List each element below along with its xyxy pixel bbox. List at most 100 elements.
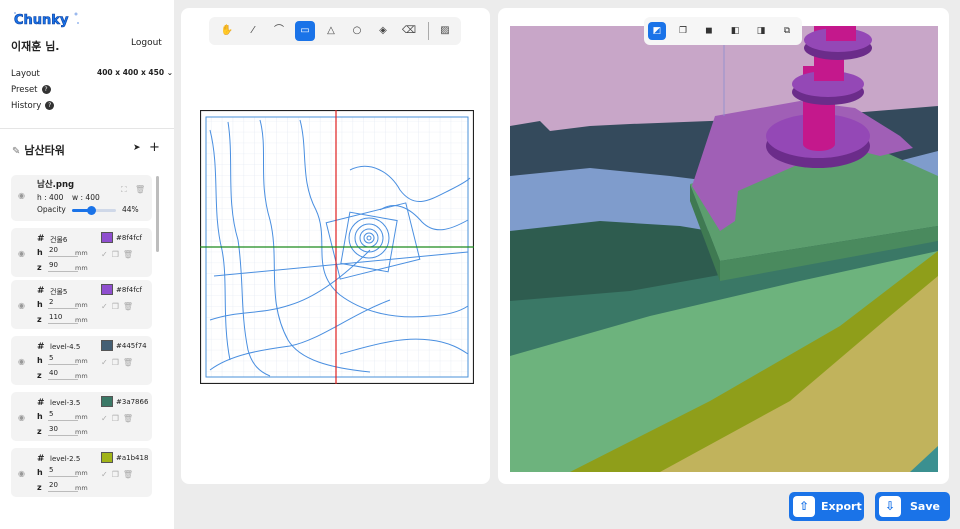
layout-label: Layout	[11, 69, 40, 79]
height-input[interactable]: 5	[48, 410, 78, 421]
height-unit: mm	[75, 357, 88, 365]
layer-card[interactable]: ◉ # level-2.5 h z 5 20 mm mm #a1b418 ✓❐🗑	[11, 448, 152, 497]
left-view-icon[interactable]: ◧	[726, 22, 744, 40]
layer-name[interactable]: level-4.5	[50, 343, 80, 351]
trash-icon[interactable]: 🗑	[123, 302, 137, 311]
eye-icon[interactable]: ◉	[18, 413, 25, 422]
drawing-canvas[interactable]	[200, 110, 474, 384]
eye-icon[interactable]: ◉	[18, 357, 25, 366]
color-swatch[interactable]	[101, 284, 113, 295]
preset-row[interactable]: Preset?	[11, 85, 51, 95]
image-layer-card[interactable]: ◉ 남산.png ⛶ 🗑 h : 400 w : 400 Opacity 44%	[11, 175, 152, 221]
height-input[interactable]: 5	[48, 354, 78, 365]
perspective-view-icon[interactable]: ◩	[648, 22, 666, 40]
line-icon[interactable]: ⁄	[243, 21, 263, 41]
color-hex: #8f4fcf	[116, 286, 143, 294]
copy-icon[interactable]: ❐	[112, 414, 123, 423]
eraser-icon[interactable]: ⌫	[399, 21, 419, 41]
z-unit: mm	[75, 372, 88, 380]
check-icon[interactable]: ✓	[101, 250, 112, 259]
layer-scrollbar[interactable]	[156, 176, 159, 252]
svg-text:Chunky: Chunky	[14, 13, 69, 28]
color-swatch[interactable]	[101, 340, 113, 351]
top-view-icon[interactable]: ⧉	[778, 22, 796, 40]
color-swatch[interactable]	[101, 396, 113, 407]
layer-card[interactable]: ◉ # 건물5 h z 2 110 mm mm #8f4fcf ✓❐🗑	[11, 280, 152, 329]
save-button[interactable]: ⇩ Save	[875, 492, 950, 521]
check-icon[interactable]: ✓	[101, 470, 112, 479]
image-icon[interactable]: ▨	[435, 21, 455, 41]
triangle-icon[interactable]: △	[321, 21, 341, 41]
trash-icon[interactable]: 🗑	[123, 470, 137, 479]
z-input[interactable]: 90	[48, 261, 78, 272]
layer-card[interactable]: ◉ # level-3.5 h z 5 30 mm mm #3a7866 ✓❐🗑	[11, 392, 152, 441]
rectangle-icon[interactable]: ▭	[295, 21, 315, 41]
opacity-value: 44%	[122, 205, 139, 214]
opacity-slider-handle[interactable]	[87, 206, 97, 215]
chevron-down-icon: ⌄	[166, 68, 174, 77]
layer-actions: ✓❐🗑	[101, 414, 137, 423]
history-row[interactable]: History?	[11, 101, 55, 111]
layer-name[interactable]: 건물6	[50, 235, 67, 245]
layer-card[interactable]: ◉ # 건물6 h z 20 90 mm mm #8f4fcf ✓❐🗑	[11, 228, 152, 277]
trash-icon[interactable]: 🗑	[135, 185, 145, 194]
circle-icon[interactable]: ○	[347, 21, 367, 41]
history-info-icon[interactable]: ?	[45, 101, 55, 110]
save-label: Save	[910, 500, 940, 513]
layer-name[interactable]: level-3.5	[50, 399, 80, 407]
z-unit: mm	[75, 484, 88, 492]
z-input[interactable]: 110	[48, 313, 78, 324]
z-input[interactable]: 30	[48, 425, 78, 436]
image-height: h : 400	[37, 193, 64, 202]
curve-icon[interactable]: ⌒	[269, 21, 289, 41]
z-input[interactable]: 20	[48, 481, 78, 492]
front-view-icon[interactable]: ❐	[674, 22, 692, 40]
cursor-icon: ➤	[133, 143, 141, 153]
fill-icon[interactable]: ◈	[373, 21, 393, 41]
layer-name[interactable]: level-2.5	[50, 455, 80, 463]
export-button[interactable]: ⇧ Export	[789, 492, 864, 521]
layer-hash: #	[37, 286, 45, 296]
trash-icon[interactable]: 🗑	[123, 250, 137, 259]
height-input[interactable]: 2	[48, 298, 78, 309]
trash-icon[interactable]: 🗑	[123, 358, 137, 367]
check-icon[interactable]: ✓	[101, 358, 112, 367]
eye-icon[interactable]: ◉	[18, 301, 25, 310]
copy-icon[interactable]: ❐	[112, 470, 123, 479]
view-toolbar: ◩ ❐ ◼ ◧ ◨ ⧉	[644, 17, 802, 45]
layer-hash: #	[37, 342, 45, 352]
back-view-icon[interactable]: ◼	[700, 22, 718, 40]
layer-name[interactable]: 건물5	[50, 287, 67, 297]
layer-card[interactable]: ◉ # level-4.5 h z 5 40 mm mm #445f74 ✓❐🗑	[11, 336, 152, 385]
eye-icon[interactable]: ◉	[18, 191, 25, 200]
3d-preview[interactable]	[510, 26, 938, 472]
add-layer-button[interactable]: +	[149, 140, 160, 155]
z-label: z	[37, 315, 42, 324]
copy-icon[interactable]: ❐	[112, 302, 123, 311]
color-swatch[interactable]	[101, 452, 113, 463]
check-icon[interactable]: ✓	[101, 302, 112, 311]
logout-button[interactable]: Logout	[131, 38, 162, 48]
project-title[interactable]: ✎ 남산타워	[12, 142, 65, 158]
color-swatch[interactable]	[101, 232, 113, 243]
image-resize-icon[interactable]: ⛶	[121, 185, 127, 195]
copy-icon[interactable]: ❐	[112, 358, 123, 367]
hand-icon[interactable]: ✋	[217, 21, 237, 41]
check-icon[interactable]: ✓	[101, 414, 112, 423]
layout-select[interactable]: 400 x 400 x 450 ⌄	[97, 68, 173, 77]
eye-icon[interactable]: ◉	[18, 469, 25, 478]
preset-info-icon[interactable]: ?	[41, 85, 51, 94]
height-input[interactable]: 5	[48, 466, 78, 477]
chunky-logo[interactable]: Chunky	[12, 10, 82, 28]
color-hex: #3a7866	[116, 398, 149, 406]
trash-icon[interactable]: 🗑	[123, 414, 137, 423]
edit-icon[interactable]: ✎	[12, 146, 20, 157]
layer-hash: #	[37, 454, 45, 464]
z-input[interactable]: 40	[48, 369, 78, 380]
opacity-slider[interactable]	[72, 206, 116, 215]
height-input[interactable]: 20	[48, 246, 78, 257]
right-view-icon[interactable]: ◨	[752, 22, 770, 40]
height-unit: mm	[75, 413, 88, 421]
copy-icon[interactable]: ❐	[112, 250, 123, 259]
eye-icon[interactable]: ◉	[18, 249, 25, 258]
